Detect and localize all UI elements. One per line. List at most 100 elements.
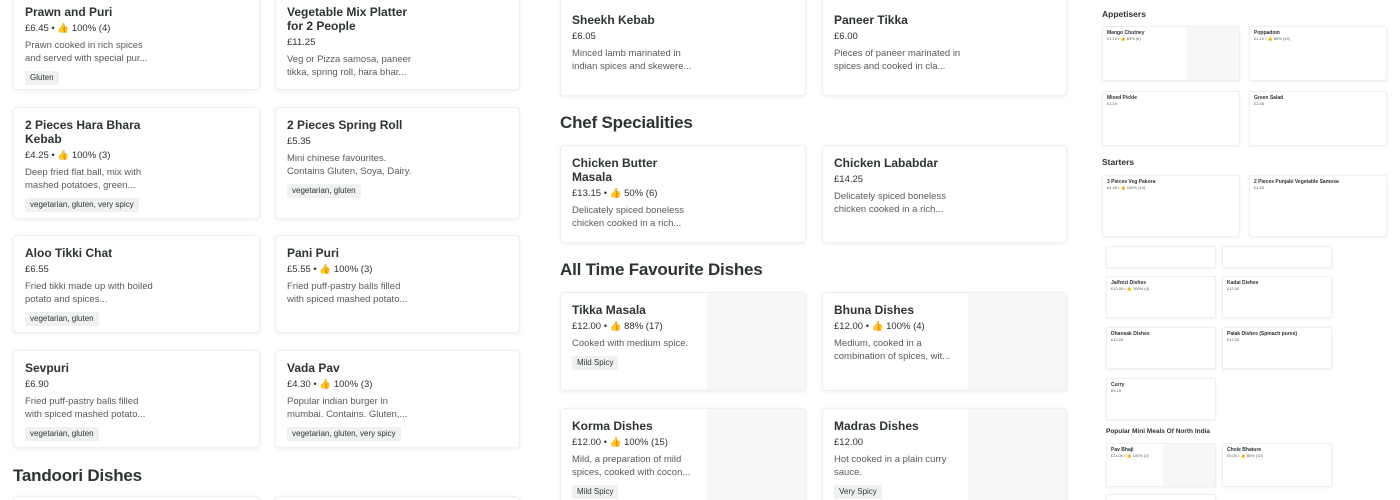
mini-card-price: £12.00: [1227, 337, 1240, 342]
item-price: £12.00: [834, 437, 864, 448]
menu-item-card[interactable]: [275, 496, 520, 500]
mini-card[interactable]: Jalfrezi Dishes £12.00 • 👍 100% (4): [1106, 276, 1216, 318]
section-heading-chef: Chef Specialities: [560, 113, 693, 132]
item-name: Bhuna Dishes: [834, 303, 915, 317]
item-description: Veg or Pizza samosa, paneer tikka, sprin…: [287, 54, 412, 78]
section-heading-tandoori: Tandoori Dishes: [13, 466, 142, 485]
menu-item-card[interactable]: Bhuna Dishes £12.00 • 👍 100% (4) Medium,…: [822, 292, 1067, 391]
item-price: £4.30 • 👍 100% (3): [287, 379, 373, 390]
mini-card[interactable]: Palak Dishes (Spinach puree) £12.00: [1222, 327, 1332, 369]
mini-card[interactable]: Mixed Pickle £1.10: [1102, 91, 1240, 146]
item-name: Korma Dishes: [572, 419, 653, 433]
mini-card-price: £4.45: [1254, 185, 1265, 190]
item-name: Madras Dishes: [834, 419, 919, 433]
section-heading-favourite: All Time Favourite Dishes: [560, 260, 763, 279]
dietary-tag: vegetarian, gluten: [287, 184, 361, 198]
item-image: [968, 409, 1066, 500]
item-name: Paneer Tikka: [834, 13, 908, 27]
item-description: Minced lamb marinated in indian spices a…: [572, 48, 692, 72]
menu-item-card[interactable]: Tikka Masala £12.00 • 👍 88% (17) Cooked …: [560, 292, 806, 391]
item-price: £12.00 • 👍 88% (17): [572, 321, 663, 332]
item-name: Sevpuri: [25, 361, 70, 375]
item-name: Vegetable Mix Platter for 2 People: [287, 5, 408, 33]
menu-item-card[interactable]: 2 Pieces Hara Bhara Kebab £4.25 • 👍 100%…: [13, 107, 260, 219]
item-image: [707, 409, 805, 500]
menu-item-card[interactable]: 2 Pieces Spring Roll £5.35 Mini chinese …: [275, 107, 520, 219]
dietary-tag: vegetarian, gluten, very spicy: [287, 427, 401, 441]
menu-item-card[interactable]: Sheekh Kebab £6.05 Minced lamb marinated…: [560, 0, 806, 96]
item-description: Deep fried flat ball, mix with mashed po…: [25, 167, 142, 191]
mini-card-price: £9.00 • 👍 80% (10): [1227, 453, 1263, 458]
menu-item-card[interactable]: Vegetable Mix Platter for 2 People £11.2…: [275, 0, 520, 90]
menu-item-card[interactable]: Chicken Butter Masala £13.15 • 👍 50% (6)…: [560, 145, 806, 243]
item-price: £4.25 • 👍 100% (3): [25, 150, 111, 161]
item-description: Pieces of paneer marinated in spices and…: [834, 48, 961, 72]
mini-card[interactable]: Green Salad £2.45: [1249, 91, 1387, 146]
item-price: £12.00 • 👍 100% (4): [834, 321, 925, 332]
menu-item-card[interactable]: Chicken Lababdar £14.25 Delicately spice…: [822, 145, 1067, 243]
mini-card[interactable]: Dhansak Dishes £12.00: [1106, 327, 1216, 369]
item-description: Delicately spiced boneless chicken cooke…: [834, 191, 946, 215]
mini-card-image: [1187, 27, 1239, 80]
mini-card[interactable]: Mango Chutney £1.10 • 👍 83% (6): [1102, 26, 1240, 81]
spice-tag: Very Spicy: [834, 485, 882, 499]
item-name: Aloo Tikki Chat: [25, 246, 113, 260]
mini-card[interactable]: [1106, 494, 1216, 500]
item-description: Fried puff-pastry balls filled with spic…: [287, 281, 408, 305]
menu-item-card[interactable]: Sevpuri £6.90 Fried puff-pastry balls fi…: [13, 350, 260, 448]
mini-card[interactable]: [1106, 246, 1216, 268]
item-name: Vada Pav: [287, 361, 340, 375]
mini-card[interactable]: Kadai Dishes £12.00: [1222, 276, 1332, 318]
item-price: £6.55: [25, 264, 49, 275]
mini-card[interactable]: Poppadom £1.10 • 👍 89% (19): [1249, 26, 1387, 81]
mini-heading-mini-meals: Popular Mini Meals Of North India: [1106, 428, 1211, 435]
dietary-tag: vegetarian, gluten, very spicy: [25, 198, 139, 212]
item-price: £12.00 • 👍 100% (15): [572, 437, 668, 448]
mini-card-price: £12.00: [1111, 337, 1124, 342]
mini-card[interactable]: [1222, 246, 1332, 268]
mini-card-image: [1163, 444, 1215, 486]
item-price: £11.25: [287, 37, 316, 48]
menu-item-card[interactable]: Pani Puri £5.55 • 👍 100% (3) Fried puff-…: [275, 235, 520, 333]
item-price: £13.15 • 👍 50% (6): [572, 188, 658, 199]
mini-card[interactable]: Curry £9.15: [1106, 378, 1216, 420]
dietary-tag: vegetarian, gluten: [25, 312, 99, 326]
mini-card[interactable]: Chole Bhature £9.00 • 👍 80% (10): [1222, 443, 1332, 487]
mini-card-price: £4.45 • 👍 100% (14): [1107, 185, 1146, 190]
menu-item-card[interactable]: Aloo Tikki Chat £6.55 Fried tikki made u…: [13, 235, 260, 333]
item-description: Prawn cooked in rich spices and served w…: [25, 40, 148, 64]
mini-card-price: £2.45: [1254, 101, 1265, 106]
item-price: £6.00: [834, 31, 858, 42]
mini-card[interactable]: Pav Bhaji £11.00 • 👍 100% (2): [1106, 443, 1216, 487]
item-image: [968, 293, 1066, 390]
mini-card[interactable]: 3 Pieces Veg Pakora £4.45 • 👍 100% (14): [1102, 175, 1240, 237]
mini-card-price: £12.00: [1227, 286, 1240, 291]
spice-tag: Mild Spicy: [572, 485, 619, 499]
mini-card-price: £1.10 • 👍 89% (19): [1254, 36, 1290, 41]
item-description: Popular indian burger in mumbai. Contain…: [287, 396, 408, 420]
mini-heading-appetisers: Appetisers: [1102, 9, 1146, 19]
item-price: £6.90: [25, 379, 49, 390]
mini-card-price: £1.10: [1107, 101, 1118, 106]
menu-item-card[interactable]: Prawn and Puri £6.45 • 👍 100% (4) Prawn …: [13, 0, 260, 90]
menu-item-card[interactable]: Vada Pav £4.30 • 👍 100% (3) Popular indi…: [275, 350, 520, 448]
menu-item-card[interactable]: [13, 496, 260, 500]
item-description: Fried puff-pastry balls filled with spic…: [25, 396, 146, 420]
item-description: Mini chinese favourites. Contains Gluten…: [287, 153, 412, 177]
item-name: Sheekh Kebab: [572, 13, 655, 27]
item-price: £5.55 • 👍 100% (3): [287, 264, 373, 275]
item-name: Pani Puri: [287, 246, 340, 260]
item-name: Tikka Masala: [572, 303, 646, 317]
menu-item-card[interactable]: Madras Dishes £12.00 Hot cooked in a pla…: [822, 408, 1067, 500]
dietary-tag: vegetarian, gluten: [25, 427, 99, 441]
mini-card[interactable]: 2 Pieces Punjabi Vegetable Samosa £4.45: [1249, 175, 1387, 237]
mini-heading-starters: Starters: [1102, 157, 1135, 167]
mini-card-price: £9.15: [1111, 388, 1122, 393]
item-description: Cooked with medium spice.: [572, 338, 689, 349]
item-name: 2 Pieces Spring Roll: [287, 118, 403, 132]
menu-item-card[interactable]: Paneer Tikka £6.00 Pieces of paneer mari…: [822, 0, 1067, 96]
item-image: [707, 293, 805, 390]
item-price: £6.05: [572, 31, 596, 42]
menu-item-card[interactable]: Korma Dishes £12.00 • 👍 100% (15) Mild, …: [560, 408, 806, 500]
item-price: £5.35: [287, 136, 311, 147]
